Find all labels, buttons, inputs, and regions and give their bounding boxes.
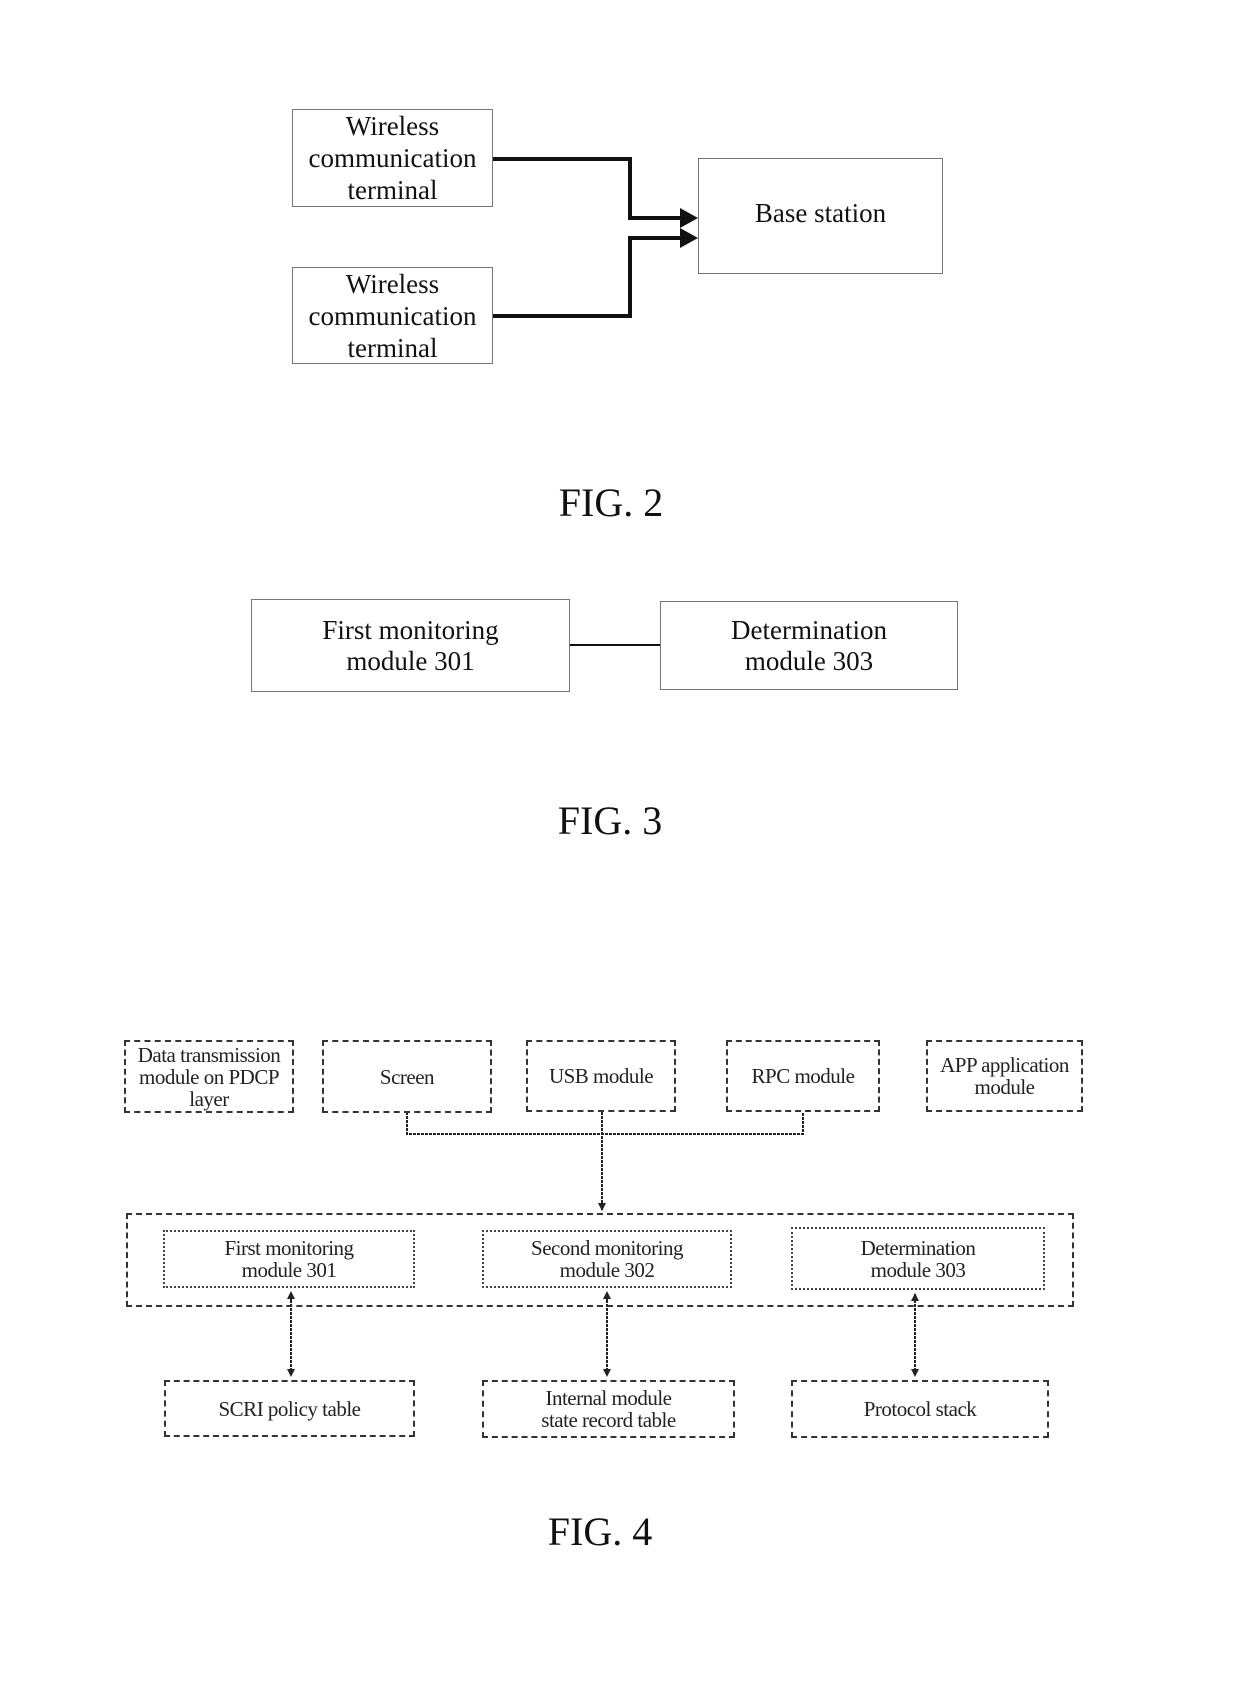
fig4-app-label: APP application module [940, 1053, 1069, 1099]
fig4-usb-box: USB module [526, 1040, 676, 1112]
fig4-top-bus [406, 1112, 804, 1211]
fig4-usb-label: USB module [548, 1064, 654, 1088]
fig4-second-monitoring-label: Second monitoring module 302 [531, 1236, 683, 1282]
fig4-screen-box: Screen [322, 1040, 492, 1113]
fig3-first-monitoring-label: First monitoring module 301 [322, 614, 499, 676]
fig3-caption: FIG. 3 [557, 798, 663, 843]
fig4-scri-box: SCRI policy table [164, 1380, 415, 1437]
arrow-head-icon [680, 228, 698, 248]
fig2-terminal-2-label: Wireless communication terminal [308, 268, 477, 363]
connector-layer [287, 157, 919, 1377]
fig2-terminal-1-box: Wireless communication terminal [292, 109, 493, 207]
fig4-first-monitoring-box: First monitoring module 301 [163, 1230, 415, 1288]
fig3-determination-box: Determination module 303 [660, 601, 958, 690]
fig4-scri-label: SCRI policy table [218, 1396, 362, 1421]
fig2-terminal-1-label: Wireless communication terminal [308, 111, 477, 205]
fig2-connector-terminal-2 [493, 228, 698, 318]
fig4-rpc-box: RPC module [726, 1040, 880, 1112]
fig4-caption: FIG. 4 [547, 1509, 653, 1554]
fig4-pdcp-box: Data transmission module on PDCP layer [124, 1040, 294, 1113]
fig4-internal-state-box: Internal module state record table [482, 1380, 735, 1438]
fig4-protocol-stack-box: Protocol stack [791, 1380, 1049, 1438]
fig4-rpc-label: RPC module [751, 1064, 855, 1088]
fig4-determination-box: Determination module 303 [791, 1227, 1045, 1290]
fig3-first-monitoring-box: First monitoring module 301 [251, 599, 570, 692]
fig2-connector-terminal-1 [493, 157, 698, 228]
fig4-internal-state-label: Internal module state record table [541, 1386, 676, 1432]
fig4-pdcp-label: Data transmission module on PDCP layer [137, 1042, 281, 1111]
fig2-terminal-2-box: Wireless communication terminal [292, 267, 493, 364]
fig4-app-box: APP application module [926, 1040, 1083, 1112]
fig4-second-monitoring-box: Second monitoring module 302 [482, 1230, 732, 1288]
fig4-screen-label: Screen [379, 1064, 435, 1089]
fig4-first-monitoring-label: First monitoring module 301 [224, 1236, 354, 1282]
fig2-base-station-box: Base station [698, 158, 943, 274]
fig4-determination-label: Determination module 303 [860, 1235, 976, 1282]
fig2-base-station-label: Base station [754, 198, 887, 228]
fig2-caption: FIG. 2 [558, 480, 664, 525]
fig3-determination-label: Determination module 303 [731, 614, 887, 676]
fig4-protocol-stack-label: Protocol stack [863, 1397, 977, 1421]
arrow-head-icon [680, 208, 698, 228]
